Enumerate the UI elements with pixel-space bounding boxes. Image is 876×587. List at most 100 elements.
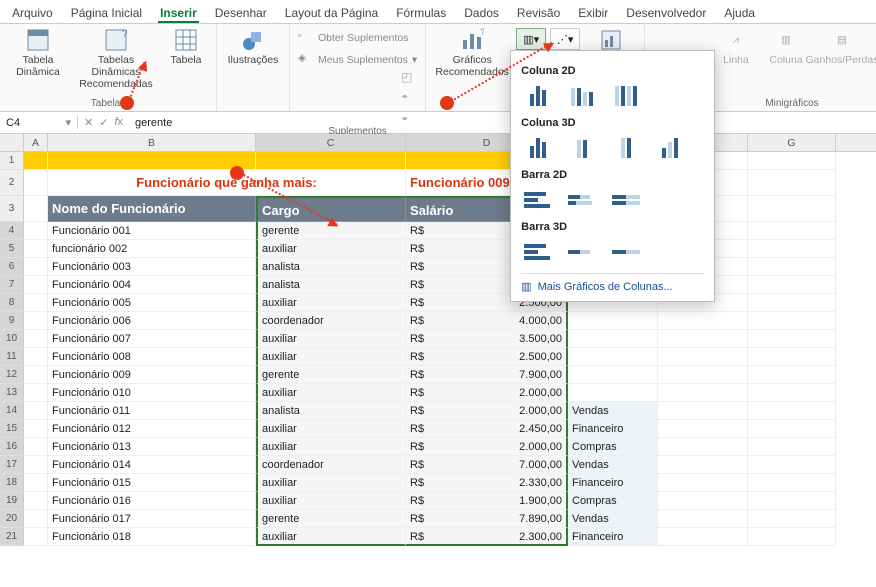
- menu-ajuda[interactable]: Ajuda: [722, 4, 757, 23]
- formula-input[interactable]: gerente: [129, 117, 876, 129]
- cell[interactable]: R$4.000,00: [406, 312, 568, 330]
- btn-ilustracoes[interactable]: Ilustrações: [225, 28, 281, 66]
- cell[interactable]: analista: [256, 402, 406, 420]
- cell[interactable]: [658, 402, 748, 420]
- cell[interactable]: Funcionário 014: [48, 456, 256, 474]
- cell[interactable]: auxiliar: [256, 492, 406, 510]
- cell[interactable]: [24, 152, 48, 170]
- cell[interactable]: [658, 420, 748, 438]
- cell[interactable]: Funcionário 015: [48, 474, 256, 492]
- menu-desenvolvedor[interactable]: Desenvolvedor: [624, 4, 708, 23]
- cell[interactable]: Financeiro: [568, 528, 658, 546]
- cell[interactable]: coordenador: [256, 312, 406, 330]
- visio-icon[interactable]: ◰: [401, 70, 417, 86]
- cell[interactable]: Nome do Funcionário: [48, 196, 256, 222]
- row-header[interactable]: 2: [0, 170, 24, 196]
- cell[interactable]: [748, 152, 836, 170]
- cell[interactable]: Vendas: [568, 510, 658, 528]
- row-header[interactable]: 10: [0, 330, 24, 348]
- chart-stacked-bar[interactable]: [565, 187, 599, 213]
- menu-inserir[interactable]: Inserir: [158, 4, 199, 23]
- btn-pivot-chart[interactable]: [586, 28, 636, 52]
- cell[interactable]: auxiliar: [256, 438, 406, 456]
- cell[interactable]: [658, 312, 748, 330]
- cell[interactable]: [24, 384, 48, 402]
- cell[interactable]: [24, 330, 48, 348]
- row-header[interactable]: 12: [0, 366, 24, 384]
- menu-desenhar[interactable]: Desenhar: [213, 4, 269, 23]
- cell[interactable]: [24, 528, 48, 546]
- cell[interactable]: [748, 510, 836, 528]
- cell[interactable]: [748, 492, 836, 510]
- cell[interactable]: [658, 510, 748, 528]
- cell[interactable]: coordenador: [256, 456, 406, 474]
- cell[interactable]: [24, 402, 48, 420]
- cell[interactable]: [748, 294, 836, 312]
- cell[interactable]: R$2.450,00: [406, 420, 568, 438]
- cell[interactable]: [748, 196, 836, 222]
- cell[interactable]: gerente: [256, 510, 406, 528]
- cell[interactable]: [568, 348, 658, 366]
- cell[interactable]: [748, 438, 836, 456]
- row-header[interactable]: 14: [0, 402, 24, 420]
- cell[interactable]: [24, 222, 48, 240]
- cell[interactable]: [24, 420, 48, 438]
- menu-layout[interactable]: Layout da Página: [283, 4, 380, 23]
- chart-100-stacked-column[interactable]: [609, 83, 643, 109]
- cell[interactable]: Funcionário 003: [48, 258, 256, 276]
- row-header[interactable]: 6: [0, 258, 24, 276]
- cell[interactable]: auxiliar: [256, 384, 406, 402]
- col-header-B[interactable]: B: [48, 134, 256, 151]
- cell[interactable]: [748, 276, 836, 294]
- cell[interactable]: Funcionário 013: [48, 438, 256, 456]
- cell[interactable]: auxiliar: [256, 330, 406, 348]
- col-header-G[interactable]: G: [748, 134, 836, 151]
- chart-clustered-column[interactable]: [521, 83, 555, 109]
- cell[interactable]: Funcionário 004: [48, 276, 256, 294]
- select-all-corner[interactable]: [0, 134, 24, 151]
- cell[interactable]: Compras: [568, 438, 658, 456]
- cell[interactable]: R$2.000,00: [406, 402, 568, 420]
- btn-meus-suplementos[interactable]: ◈ Meus Suplementos ▾: [298, 50, 417, 70]
- cell[interactable]: auxiliar: [256, 420, 406, 438]
- cell[interactable]: [48, 152, 256, 170]
- row-header[interactable]: 5: [0, 240, 24, 258]
- cell[interactable]: [748, 474, 836, 492]
- cell[interactable]: [24, 492, 48, 510]
- cell[interactable]: R$3.500,00: [406, 330, 568, 348]
- cell[interactable]: Vendas: [568, 402, 658, 420]
- cell[interactable]: Funcionário 016: [48, 492, 256, 510]
- name-box[interactable]: C4 ▾: [0, 116, 78, 129]
- cell[interactable]: Financeiro: [568, 474, 658, 492]
- cell[interactable]: [24, 276, 48, 294]
- cell[interactable]: Funcionário 012: [48, 420, 256, 438]
- cell[interactable]: Funcionário 010: [48, 384, 256, 402]
- cell[interactable]: [748, 170, 836, 196]
- cell[interactable]: [24, 240, 48, 258]
- cell[interactable]: [658, 384, 748, 402]
- cell[interactable]: [748, 240, 836, 258]
- cell[interactable]: Compras: [568, 492, 658, 510]
- col-header-C[interactable]: C: [256, 134, 406, 151]
- cell[interactable]: [658, 438, 748, 456]
- row-header[interactable]: 3: [0, 196, 24, 222]
- cell[interactable]: [748, 384, 836, 402]
- cell[interactable]: [748, 330, 836, 348]
- cell[interactable]: Funcionário 017: [48, 510, 256, 528]
- cell[interactable]: R$7.890,00: [406, 510, 568, 528]
- menu-exibir[interactable]: Exibir: [576, 4, 610, 23]
- btn-sparkline-ganhos[interactable]: ▤ Ganhos/Perdas: [816, 28, 868, 66]
- cell[interactable]: [658, 330, 748, 348]
- row-header[interactable]: 17: [0, 456, 24, 474]
- chart-3d-100-stacked-bar[interactable]: [609, 239, 643, 265]
- cell[interactable]: Funcionário 011: [48, 402, 256, 420]
- cell[interactable]: [748, 402, 836, 420]
- menu-dados[interactable]: Dados: [462, 4, 501, 23]
- chart-3d-clustered-bar[interactable]: [521, 239, 555, 265]
- cell[interactable]: Funcionário 001: [48, 222, 256, 240]
- cell[interactable]: [748, 456, 836, 474]
- row-header[interactable]: 11: [0, 348, 24, 366]
- chart-3d-100-stacked-column[interactable]: [609, 135, 643, 161]
- row-header[interactable]: 20: [0, 510, 24, 528]
- cell[interactable]: analista: [256, 276, 406, 294]
